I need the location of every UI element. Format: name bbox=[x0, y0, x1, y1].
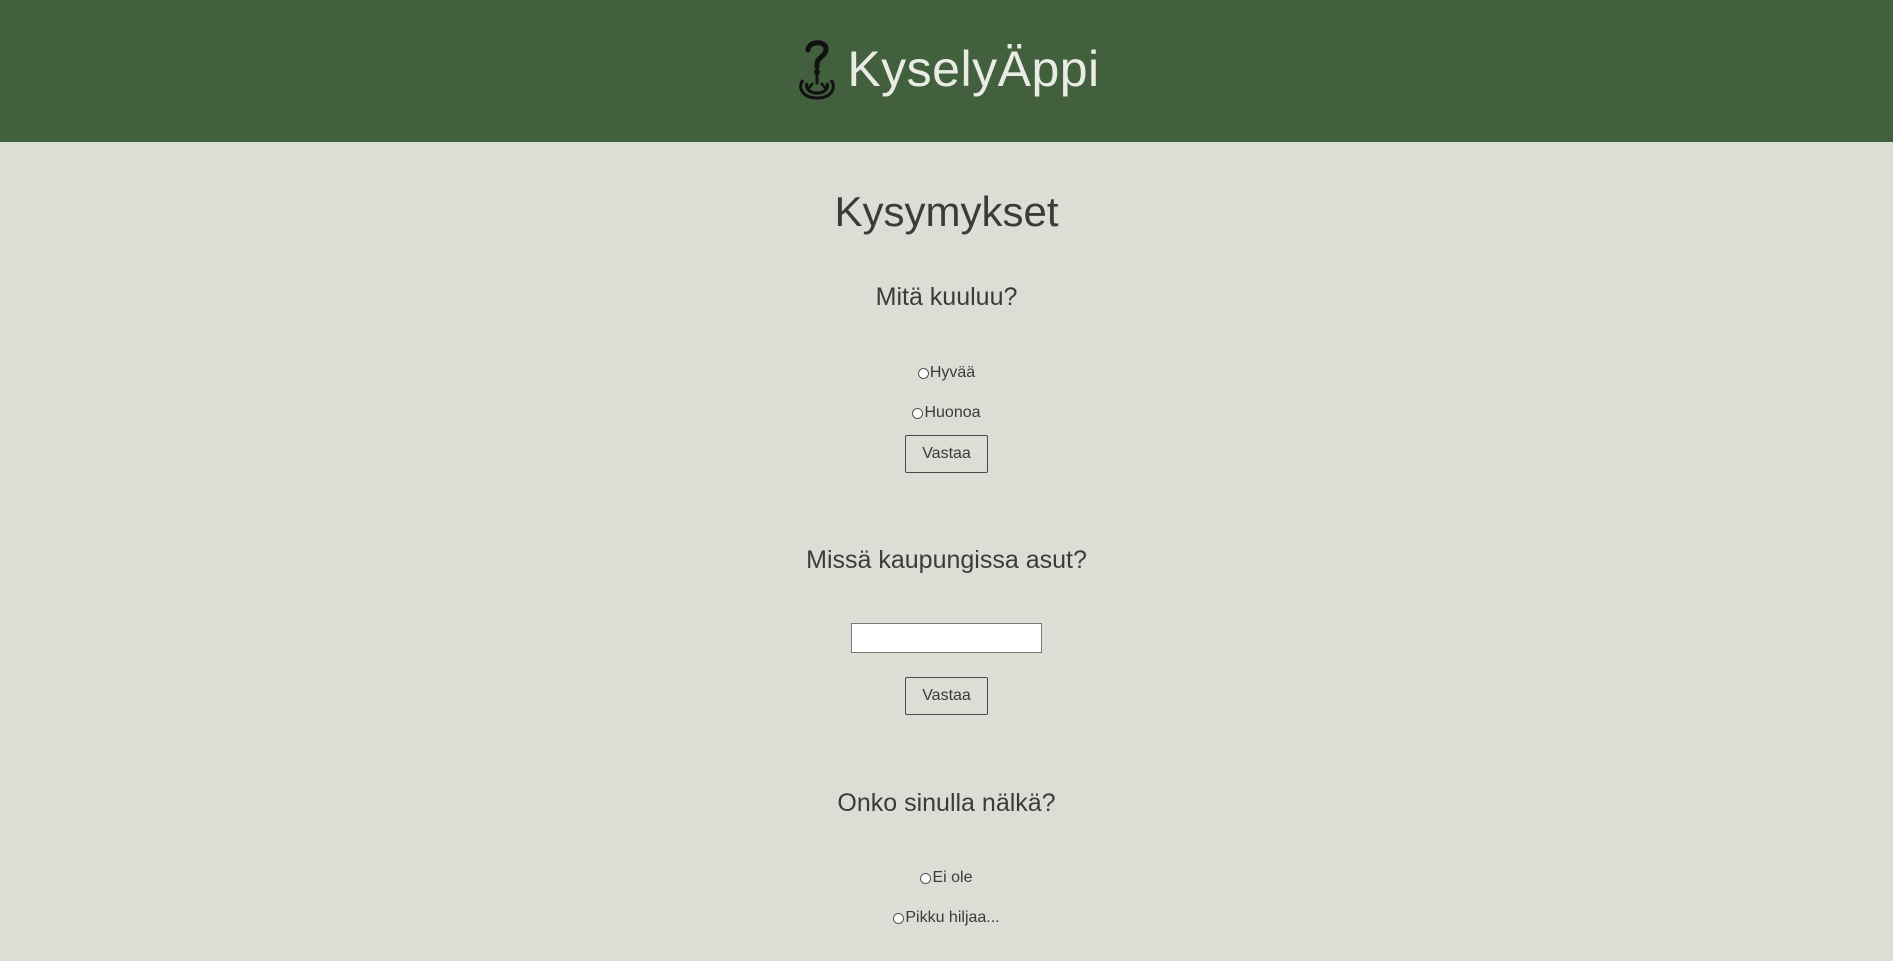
submit-button-q1[interactable]: Vastaa bbox=[905, 435, 988, 473]
page-title: Kysymykset bbox=[834, 188, 1059, 235]
radio-label: Hyvää bbox=[929, 364, 976, 381]
question-title: Mitä kuuluu? bbox=[875, 283, 1018, 311]
radio-button[interactable] bbox=[893, 912, 905, 924]
question-title: Missä kaupungissa asut? bbox=[806, 546, 1087, 574]
question-block-2: Missä kaupungissa asut? Vastaa bbox=[0, 473, 1893, 715]
radio-label: Huonoa bbox=[924, 404, 981, 421]
city-input[interactable] bbox=[851, 623, 1042, 653]
question-hand-logo-icon bbox=[799, 40, 836, 100]
radio-option-pikku-hiljaa[interactable]: Pikku hiljaa... bbox=[0, 908, 1893, 928]
questions-main: Kysymykset Mitä kuuluu? Hyvää Huonoa Vas… bbox=[0, 142, 1893, 928]
radio-label: Ei ole bbox=[932, 869, 973, 886]
radio-button[interactable] bbox=[917, 367, 929, 379]
radio-button[interactable] bbox=[920, 872, 932, 884]
question-title: Onko sinulla nälkä? bbox=[837, 789, 1056, 817]
brand: KyselyÄppi bbox=[793, 36, 1099, 102]
radio-option-hyvaa[interactable]: Hyvää bbox=[0, 363, 1893, 383]
app-header: KyselyÄppi bbox=[0, 0, 1893, 142]
radio-option-ei-ole[interactable]: Ei ole bbox=[0, 868, 1893, 888]
radio-option-huonoa[interactable]: Huonoa bbox=[0, 403, 1893, 423]
radio-button[interactable] bbox=[912, 407, 924, 419]
submit-button-q2[interactable]: Vastaa bbox=[905, 677, 988, 715]
app-title: KyselyÄppi bbox=[847, 41, 1100, 97]
radio-label: Pikku hiljaa... bbox=[905, 909, 1000, 926]
question-block-1: Mitä kuuluu? Hyvää Huonoa Vastaa bbox=[0, 233, 1893, 473]
question-block-3: Onko sinulla nälkä? Ei ole Pikku hiljaa.… bbox=[0, 715, 1893, 928]
